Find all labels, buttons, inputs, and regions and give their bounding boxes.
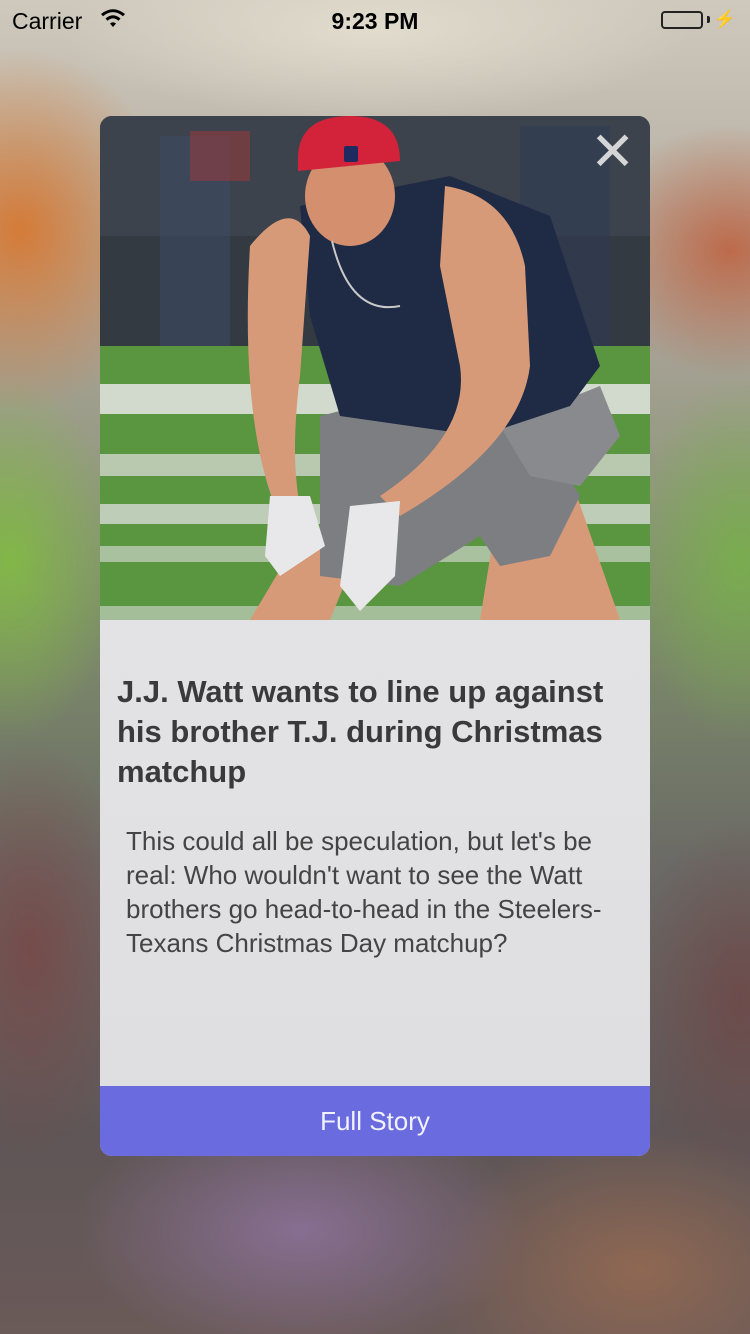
article-summary: This could all be speculation, but let's…	[126, 826, 602, 958]
charging-bolt-icon: ⚡	[713, 9, 736, 29]
news-card: ✕ J.J. Watt wants to line up against his…	[100, 116, 650, 1156]
status-bar: Carrier 9:23 PM ⚡	[0, 0, 750, 40]
close-icon[interactable]: ✕	[590, 125, 635, 179]
clock: 9:23 PM	[331, 8, 419, 34]
athlete-image	[100, 116, 650, 620]
battery-icon: ⚡	[660, 9, 736, 30]
article-photo: ✕	[100, 116, 650, 620]
article-headline: J.J. Watt wants to line up against his b…	[117, 674, 604, 789]
full-story-button[interactable]: Full Story	[100, 1086, 650, 1156]
